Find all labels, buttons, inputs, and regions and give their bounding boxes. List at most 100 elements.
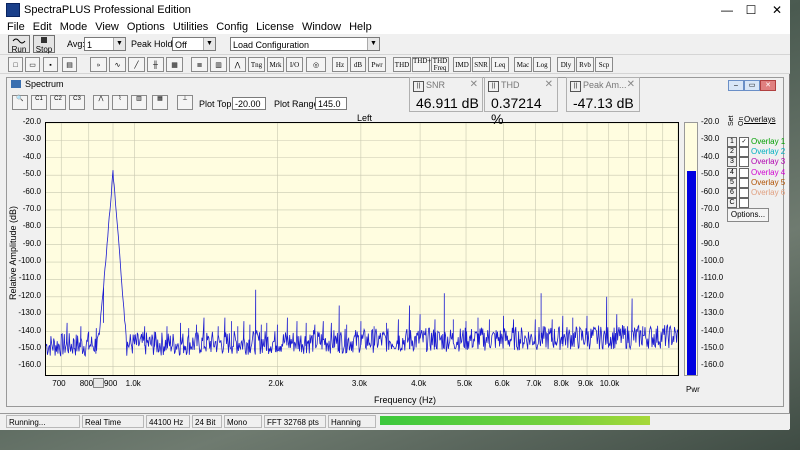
zoom-icon[interactable]: 🔍 [12,95,28,110]
close-icon[interactable]: ✕ [627,79,635,90]
copy-1-icon[interactable]: C1 [31,95,47,110]
line-view-icon[interactable]: ⌇ [112,95,128,110]
plot-range-input[interactable]: 145.0 [315,97,347,110]
overlay-checkbox[interactable] [739,157,749,168]
mac-button[interactable]: Mac [514,57,532,72]
spectrum-title-bar[interactable]: Spectrum – ▭ ✕ [7,78,783,91]
menu-file[interactable]: File [0,20,29,34]
meter-icon[interactable]: ▦ [166,57,183,72]
pulse-icon[interactable]: ╫ [147,57,164,72]
spectrum-plot[interactable] [45,122,679,376]
grid-icon[interactable]: ▦ [152,95,168,110]
stop-button[interactable]: Stop [33,35,55,54]
tng-button[interactable]: Tng [248,57,265,72]
fast-forward-icon[interactable]: » [90,57,107,72]
x-tick-label: 900 [103,379,118,388]
chevron-down-icon: ▼ [367,38,379,50]
marker-icon[interactable]: ⊥ [177,95,193,110]
close-icon[interactable]: ✕ [470,79,478,90]
overlay-row[interactable]: 1 ✓ Overlay 1 [727,137,785,147]
overlay-set-button[interactable]: C [727,198,737,209]
hz-button[interactable]: Hz [332,57,348,72]
snr-button[interactable]: SNR [472,57,490,72]
spectrum-close-button[interactable]: ✕ [760,80,776,91]
pwr-button[interactable]: Pwr [368,57,386,72]
overlay-set-button[interactable]: 5 [727,177,737,188]
menu-utilities[interactable]: Utilities [169,20,212,34]
y-tick-label: -50.0 [22,169,41,179]
mrk-button[interactable]: Mrk [267,57,284,72]
menu-license[interactable]: License [252,20,298,34]
dly-button[interactable]: Dly [557,57,575,72]
level-tick-label: -140.0 [701,325,724,335]
signal-icon[interactable]: ⋀ [229,57,246,72]
level-tick-label: -60.0 [701,186,720,196]
copy-3-icon[interactable]: C3 [69,95,85,110]
peak-amplitude-meter[interactable]: || Peak Am... ✕ -47.13 dB [566,77,640,112]
overlay-checkbox[interactable] [739,188,749,198]
overlay-checkbox[interactable] [739,167,749,178]
overlay-set-button[interactable]: 1 [727,137,737,147]
overlay-set-button[interactable]: 2 [727,147,737,158]
overlay-checkbox[interactable] [739,198,749,209]
configuration-select[interactable]: Load Configuration ▼ [230,37,380,51]
overlay-row[interactable]: 2 Overlay 2 [727,147,785,158]
bar-view-icon[interactable]: ▥ [131,95,147,110]
menu-window[interactable]: Window [298,20,345,34]
menu-config[interactable]: Config [212,20,252,34]
table-icon[interactable]: ▥ [210,57,227,72]
open-file-icon[interactable]: ▭ [25,57,40,72]
overlay-row[interactable]: 4 Overlay 4 [727,167,785,178]
menu-view[interactable]: View [91,20,123,34]
overlay-checkbox[interactable]: ✓ [739,137,749,147]
avg-select[interactable]: 1 ▼ [84,37,126,51]
close-button[interactable]: ✕ [756,0,798,20]
copy-2-icon[interactable]: C2 [50,95,66,110]
new-file-icon[interactable]: □ [8,57,23,72]
tone-icon[interactable]: ∿ [109,57,126,72]
thdn-button[interactable]: THD+N [412,57,436,72]
thd-meter[interactable]: || THD ✕ 0.37214 % [484,77,558,127]
menu-options[interactable]: Options [123,20,169,34]
overlay-row[interactable]: 6 Overlay 6 [727,188,785,198]
list-icon[interactable]: ≣ [191,57,208,72]
overlay-checkbox[interactable] [739,177,749,188]
level-tick-label: -120.0 [701,290,724,300]
peak-hold-select[interactable]: Off ▼ [172,37,216,51]
plot-top-input[interactable]: -20.00 [232,97,266,110]
generator-icon[interactable]: ◎ [306,57,326,72]
overlay-set-button[interactable]: 3 [727,157,737,168]
close-icon[interactable]: ✕ [545,79,553,90]
io-button[interactable]: I/O [286,57,303,72]
db-button[interactable]: dB [350,57,366,72]
overlay-label: Overlay 1 [751,137,786,147]
save-icon[interactable]: ▪ [43,57,58,72]
overlay-row[interactable]: 3 Overlay 3 [727,157,785,168]
menu-help[interactable]: Help [345,20,376,34]
snr-meter[interactable]: || SNR ✕ 46.911 dB [409,77,483,112]
leq-button[interactable]: Leq [491,57,509,72]
spectrum-restore-button[interactable]: ▭ [744,80,760,91]
overlay-set-button[interactable]: 6 [727,188,737,198]
overlay-checkbox[interactable] [739,147,749,158]
menu-mode[interactable]: Mode [56,20,92,34]
scp-button[interactable]: Scp [595,57,613,72]
imd-button[interactable]: IMD [453,57,471,72]
title-bar[interactable]: SpectraPLUS Professional Edition — ☐ ✕ [0,0,790,20]
thd-button[interactable]: THD [393,57,411,72]
peak-view-icon[interactable]: ⋀ [93,95,109,110]
thd-freq-button[interactable]: THD Freq [431,57,449,72]
overlay-set-button[interactable]: 4 [727,167,737,178]
meter-icon: || [488,81,499,92]
overlay-row[interactable]: 5 Overlay 5 [727,177,785,188]
menu-edit[interactable]: Edit [29,20,56,34]
plot-range-label: Plot Range: [274,99,322,109]
frequency-slider-handle[interactable] [93,378,104,388]
rvb-button[interactable]: Rvb [576,57,594,72]
spectrum-minimize-button[interactable]: – [728,80,744,91]
run-button[interactable]: Run [8,35,30,54]
sweep-icon[interactable]: ╱ [128,57,145,72]
log-button[interactable]: Log [533,57,551,72]
print-icon[interactable]: ▤ [62,57,77,72]
options-button[interactable]: Options... [727,208,769,222]
